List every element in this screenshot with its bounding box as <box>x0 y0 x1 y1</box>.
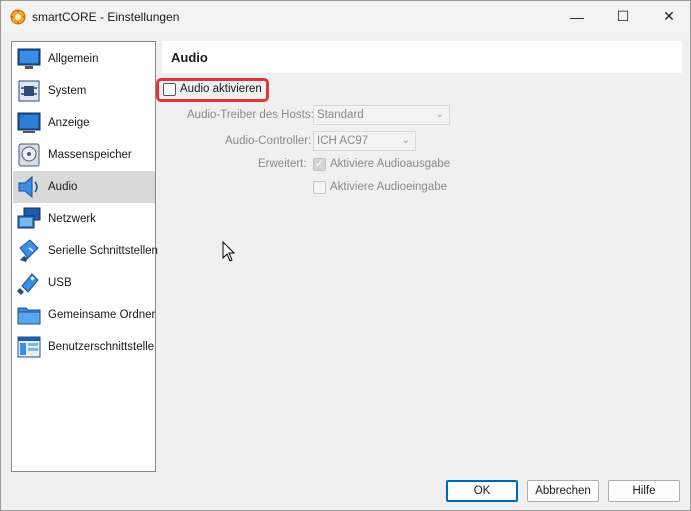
settings-sidebar: Allgemein System Anzeige Massenspeicher … <box>11 41 158 472</box>
audio-icon <box>18 175 38 199</box>
audio-output-label: Aktiviere Audioausgabe <box>330 158 451 170</box>
help-button[interactable]: Hilfe <box>608 480 680 502</box>
app-icon <box>10 9 26 25</box>
shared-folder-icon <box>17 307 41 325</box>
checkmark-icon: ✓ <box>315 158 325 170</box>
sidebar-item-network[interactable]: Netzwerk <box>13 203 155 235</box>
extended-label: Erweitert: <box>258 158 307 170</box>
sidebar-item-serial-ports[interactable]: Serielle Schnittstellen <box>13 235 158 267</box>
general-icon <box>17 48 41 69</box>
close-button[interactable]: ✕ <box>646 1 691 32</box>
panel-header: Audio <box>162 41 682 73</box>
window-title: smartCORE - Einstellungen <box>32 10 180 24</box>
cancel-button[interactable]: Abbrechen <box>527 480 599 502</box>
audio-output-checkbox[interactable]: ✓ <box>313 158 326 171</box>
controller-select[interactable]: ICH AC97 ⌄ <box>313 131 416 151</box>
controller-label: Audio-Controller: <box>225 135 312 147</box>
minimize-button[interactable]: — <box>554 1 600 32</box>
minimize-icon: — <box>570 8 584 25</box>
usb-icon <box>17 273 39 295</box>
sidebar-item-label: Allgemein <box>48 53 99 65</box>
host-driver-value: Standard <box>317 109 364 121</box>
sidebar-item-label: Gemeinsame Ordner <box>48 309 156 321</box>
settings-window: smartCORE - Einstellungen — ☐ ✕ Allgemei… <box>0 0 691 511</box>
host-driver-select[interactable]: Standard ⌄ <box>313 105 450 125</box>
sidebar-item-label: Anzeige <box>48 117 90 129</box>
controller-value: ICH AC97 <box>317 135 369 147</box>
page-title: Audio <box>171 50 208 65</box>
network-icon <box>17 207 41 229</box>
maximize-button[interactable]: ☐ <box>600 1 646 32</box>
close-icon: ✕ <box>663 8 675 24</box>
host-driver-label: Audio-Treiber des Hosts: <box>187 109 314 121</box>
sidebar-item-label: Netzwerk <box>48 213 96 225</box>
sidebar-item-label: Massenspeicher <box>48 149 132 161</box>
serial-ports-icon <box>19 239 39 262</box>
chevron-down-icon: ⌄ <box>401 135 410 146</box>
maximize-icon: ☐ <box>616 8 630 24</box>
sidebar-item-system[interactable]: System <box>13 75 155 107</box>
sidebar-item-label: Serielle Schnittstellen <box>48 245 158 257</box>
user-interface-icon <box>17 336 41 358</box>
sidebar-item-label: Benutzerschnittstelle <box>48 341 155 353</box>
sidebar-item-display[interactable]: Anzeige <box>13 107 155 139</box>
storage-icon <box>18 143 40 167</box>
enable-audio-checkbox[interactable] <box>163 83 176 96</box>
ok-button[interactable]: OK <box>446 480 518 502</box>
mouse-cursor-icon <box>222 241 236 262</box>
sidebar-item-general[interactable]: Allgemein <box>13 43 155 75</box>
sidebar-item-label: System <box>48 85 87 97</box>
sidebar-item-usb[interactable]: USB <box>13 267 155 299</box>
title-bar[interactable]: smartCORE - Einstellungen — ☐ ✕ <box>1 1 690 32</box>
sidebar-item-shared-folders[interactable]: Gemeinsame Ordner <box>13 299 155 331</box>
audio-input-label: Aktiviere Audioeingabe <box>330 181 447 193</box>
enable-audio-label[interactable]: Audio aktivieren <box>180 83 262 95</box>
audio-input-checkbox[interactable] <box>313 181 326 194</box>
sidebar-item-label: Audio <box>48 181 78 193</box>
sidebar-item-audio[interactable]: Audio <box>13 171 155 203</box>
chevron-down-icon: ⌄ <box>435 109 444 120</box>
display-icon <box>17 112 41 133</box>
sidebar-item-storage[interactable]: Massenspeicher <box>13 139 155 171</box>
sidebar-item-user-interface[interactable]: Benutzerschnittstelle <box>13 331 155 363</box>
system-icon <box>18 80 40 102</box>
sidebar-item-label: USB <box>48 277 72 289</box>
